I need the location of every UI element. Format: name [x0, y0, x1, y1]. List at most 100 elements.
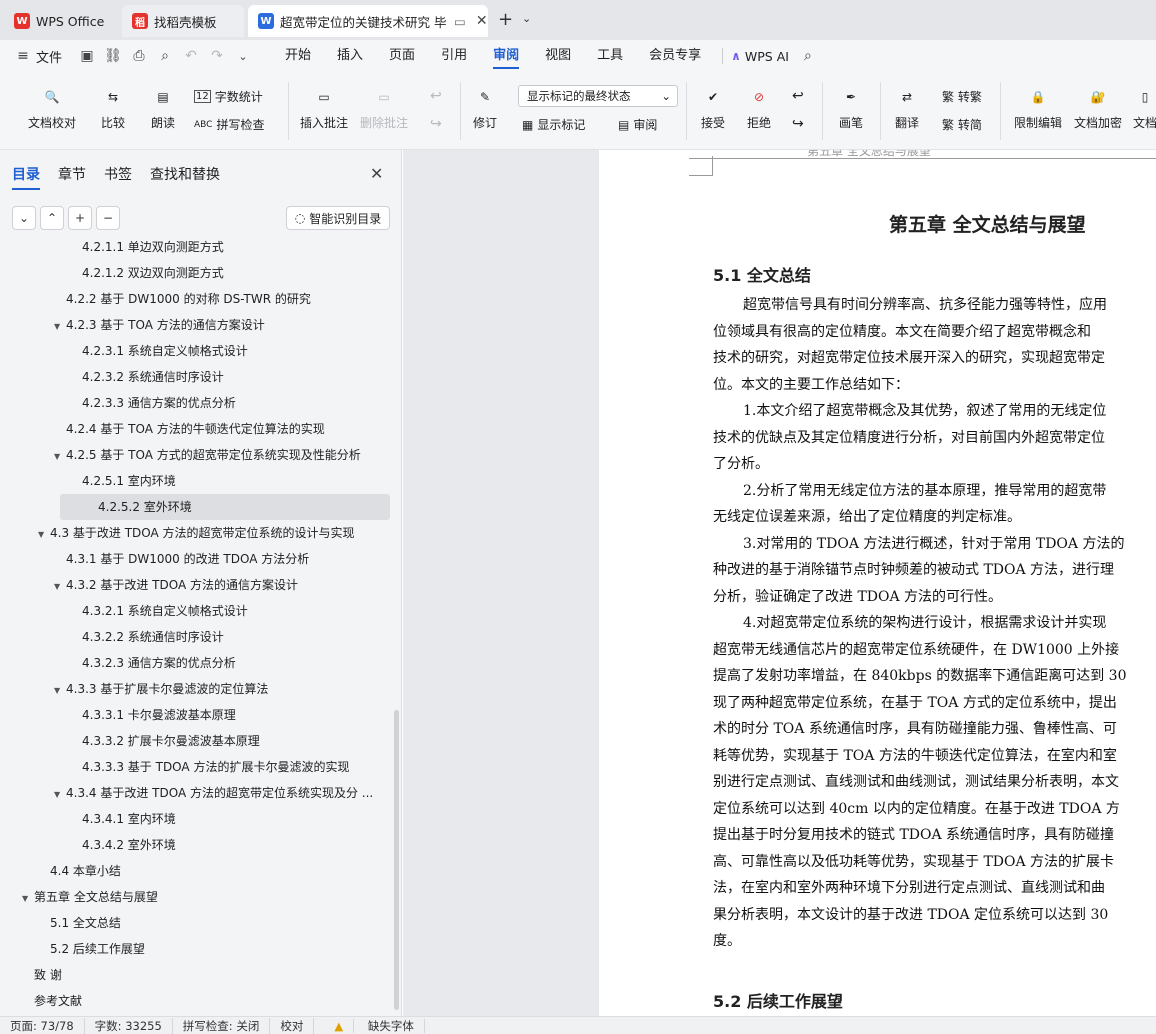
- toc-item[interactable]: 4.3.2.1 系统自定义帧格式设计: [0, 598, 380, 624]
- toc-item[interactable]: ▼ 第五章 全文总结与展望: [0, 884, 380, 910]
- toc-scrollbar[interactable]: [394, 710, 399, 1010]
- hamburger-icon[interactable]: ≡: [10, 43, 36, 69]
- toc-item[interactable]: 4.3.4.1 室内环境: [0, 806, 380, 832]
- menu-review[interactable]: 审阅: [480, 40, 532, 72]
- toc-item[interactable]: 4.2.2 基于 DW1000 的对称 DS-TWR 的研究: [0, 286, 380, 312]
- toc-item[interactable]: 4.2.4 基于 TOA 方法的牛顿迭代定位算法的实现: [0, 416, 380, 442]
- expand-down-icon[interactable]: ⌄: [12, 206, 36, 230]
- collapse-arrow-icon[interactable]: ▼: [54, 678, 66, 702]
- toc-item[interactable]: 4.3.1 基于 DW1000 的改进 TDOA 方法分析: [0, 546, 380, 572]
- collapse-up-icon[interactable]: ⌃: [40, 206, 64, 230]
- tab-find-replace[interactable]: 查找和替换: [150, 164, 220, 190]
- smart-toc-button[interactable]: ◌ 智能识别目录: [286, 206, 390, 230]
- menu-insert[interactable]: 插入: [324, 40, 376, 72]
- to-traditional-button[interactable]: 繁 转繁: [942, 88, 982, 105]
- toc-item[interactable]: ▼ 4.2.3 基于 TOA 方法的通信方案设计: [0, 312, 380, 338]
- menu-home[interactable]: 开始: [272, 40, 324, 72]
- toc-item[interactable]: 4.2.1.1 单边双向测距方式: [0, 240, 380, 260]
- restrict-edit-button[interactable]: 🔒 限制编辑: [1014, 84, 1062, 131]
- new-tab-icon[interactable]: +: [498, 9, 513, 30]
- missing-font-indicator[interactable]: ▲ 缺失字体: [314, 1018, 435, 1034]
- toc-item[interactable]: 4.3.3.3 基于 TDOA 方法的扩展卡尔曼滤波的实现: [0, 754, 380, 780]
- spell-check-indicator[interactable]: 拼写检查: 关闭: [173, 1017, 271, 1034]
- pen-button[interactable]: ✒ 画笔: [838, 84, 864, 131]
- menu-view[interactable]: 视图: [532, 40, 584, 72]
- collapse-arrow-icon[interactable]: ▼: [38, 522, 50, 546]
- proofread-button[interactable]: 🔍 文档校对: [28, 84, 76, 131]
- toc-item[interactable]: 4.3.4.2 室外环境: [0, 832, 380, 858]
- show-markup-button[interactable]: ▦ 显示标记: [522, 116, 585, 133]
- more-doc-button[interactable]: ▯ 文档: [1132, 84, 1156, 131]
- more-chevron-icon[interactable]: ⌄: [230, 43, 256, 69]
- tab-list-chevron-icon[interactable]: ⌄: [522, 12, 531, 25]
- track-changes-button[interactable]: ✎ 修订: [472, 84, 498, 131]
- toc-item[interactable]: 4.3.3.2 扩展卡尔曼滤波基本原理: [0, 728, 380, 754]
- collapse-arrow-icon[interactable]: ▼: [54, 782, 66, 806]
- toc-item[interactable]: 4.3.3.1 卡尔曼滤波基本原理: [0, 702, 380, 728]
- tab-daoke-templates[interactable]: 稻 找稻壳模板: [122, 5, 244, 37]
- spell-check-button[interactable]: ABC 拼写检查: [194, 116, 264, 133]
- search-icon[interactable]: ⌕: [795, 43, 821, 69]
- reviewing-pane-button[interactable]: ▤ 审阅: [618, 116, 657, 133]
- undo-icon[interactable]: ↶: [178, 43, 204, 69]
- wps-ai-button[interactable]: WPS AI: [745, 49, 789, 64]
- collapse-arrow-icon[interactable]: ▼: [54, 574, 66, 598]
- page-indicator[interactable]: 页面: 73/78: [0, 1017, 85, 1034]
- toc-item[interactable]: 4.3.2.2 系统通信时序设计: [0, 624, 380, 650]
- menu-page[interactable]: 页面: [376, 40, 428, 72]
- toc-item[interactable]: ▼ 4.3.4 基于改进 TDOA 方法的超宽带定位系统实现及分 ...: [0, 780, 380, 806]
- document-page[interactable]: 第五章 全文总结与展望 第五章 全文总结与展望 5.1 全文总结 超宽带信号具有…: [599, 150, 1156, 1016]
- tab-wps-office[interactable]: W WPS Office: [4, 5, 118, 37]
- toc-item[interactable]: ▼ 4.3.2 基于改进 TDOA 方法的通信方案设计: [0, 572, 380, 598]
- toc-item[interactable]: 4.4 本章小结: [0, 858, 380, 884]
- toc-item[interactable]: 5.1 全文总结: [0, 910, 380, 936]
- toc-item[interactable]: ▼ 4.2.5 基于 TOA 方式的超宽带定位系统实现及性能分析: [0, 442, 380, 468]
- menu-tools[interactable]: 工具: [584, 40, 636, 72]
- toc-item[interactable]: 致 谢: [0, 962, 380, 988]
- translate-button[interactable]: ⇄ 翻译: [894, 84, 920, 131]
- next-change-icon[interactable]: ↪: [792, 116, 804, 132]
- toc-item[interactable]: 4.3.2.3 通信方案的优点分析: [0, 650, 380, 676]
- toc-item[interactable]: 4.2.3.1 系统自定义帧格式设计: [0, 338, 380, 364]
- remove-heading-icon[interactable]: −: [96, 206, 120, 230]
- add-heading-icon[interactable]: +: [68, 206, 92, 230]
- tab-chapters[interactable]: 章节: [58, 164, 86, 190]
- reject-button[interactable]: ⊘ 拒绝: [746, 84, 772, 131]
- prev-comment-icon[interactable]: ↩: [430, 88, 442, 104]
- read-aloud-button[interactable]: ▤ 朗读: [150, 84, 176, 131]
- menu-member[interactable]: 会员专享: [636, 40, 714, 72]
- toc-item[interactable]: 5.2 后续工作展望: [0, 936, 380, 962]
- delete-comment-button[interactable]: ▭ 删除批注: [360, 84, 408, 131]
- accept-button[interactable]: ✔ 接受: [700, 84, 726, 131]
- toc-item[interactable]: 4.2.3.3 通信方案的优点分析: [0, 390, 380, 416]
- collapse-arrow-icon[interactable]: ▼: [54, 314, 66, 338]
- redo-icon[interactable]: ↷: [204, 43, 230, 69]
- to-simplified-button[interactable]: 繁 转简: [942, 116, 982, 133]
- toc-item[interactable]: 4.2.5.2 室外环境: [60, 494, 390, 520]
- save-icon[interactable]: ▣: [74, 43, 100, 69]
- tab-document[interactable]: W 超宽带定位的关键技术研究 毕 ▭ ✕: [248, 5, 488, 37]
- markup-state-select[interactable]: 显示标记的最终状态 ⌄: [518, 85, 678, 107]
- word-count-indicator[interactable]: 字数: 33255: [85, 1017, 173, 1034]
- proofread-indicator[interactable]: 校对: [270, 1017, 315, 1034]
- toc-item[interactable]: 4.2.3.2 系统通信时序设计: [0, 364, 380, 390]
- insert-comment-button[interactable]: ▭ 插入批注: [300, 84, 348, 131]
- collapse-arrow-icon[interactable]: ▼: [22, 886, 34, 910]
- print-icon[interactable]: ⎙: [126, 43, 152, 69]
- toc-item[interactable]: 参考文献: [0, 988, 380, 1014]
- close-icon[interactable]: ✕: [370, 164, 383, 183]
- prev-change-icon[interactable]: ↩: [792, 88, 804, 104]
- toc-item[interactable]: ▼ 4.3.3 基于扩展卡尔曼滤波的定位算法: [0, 676, 380, 702]
- file-menu[interactable]: 文件: [36, 47, 62, 66]
- word-count-button[interactable]: 12 字数统计: [194, 88, 263, 105]
- toc-item[interactable]: ▼ 4.3 基于改进 TDOA 方法的超宽带定位系统的设计与实现: [0, 520, 380, 546]
- encrypt-button[interactable]: 🔐 文档加密: [1074, 84, 1122, 131]
- monitor-icon[interactable]: ▭: [454, 14, 466, 29]
- toc-item[interactable]: 4.2.5.1 室内环境: [0, 468, 380, 494]
- print-preview-icon[interactable]: ⌕: [152, 43, 178, 69]
- close-tab-icon[interactable]: ✕: [476, 13, 488, 29]
- compare-button[interactable]: ⇆ 比较: [100, 84, 126, 131]
- tab-bookmarks[interactable]: 书签: [104, 164, 132, 190]
- collapse-arrow-icon[interactable]: ▼: [54, 444, 66, 468]
- menu-references[interactable]: 引用: [428, 40, 480, 72]
